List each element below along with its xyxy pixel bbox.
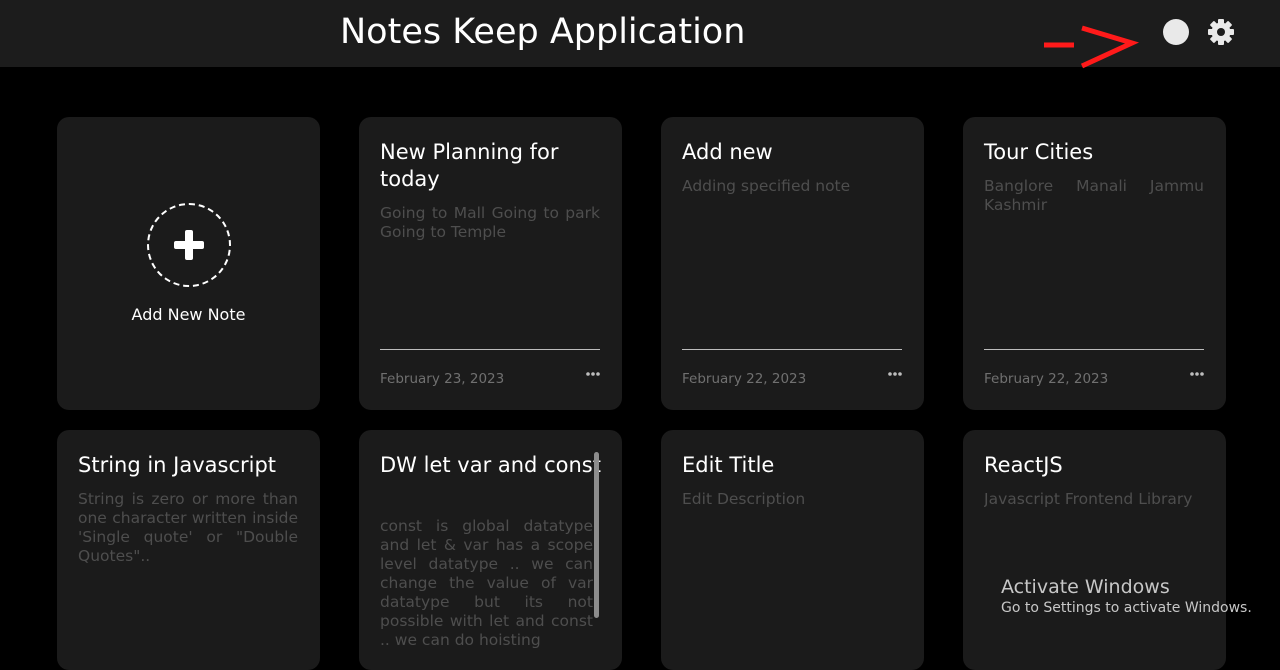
app-header: Notes Keep Application [0, 0, 1280, 69]
note-description: String is zero or more than one characte… [78, 490, 298, 565]
more-options-icon[interactable] [585, 369, 601, 379]
red-arrow-annotation [1044, 25, 1140, 69]
note-card[interactable]: New Planning for today Going to Mall Goi… [359, 117, 622, 410]
note-title: Edit Title [682, 453, 775, 477]
scrollbar-thumb[interactable] [594, 452, 599, 618]
note-description: const is global datatype and let & var h… [380, 517, 593, 649]
settings-button[interactable] [1207, 18, 1235, 46]
note-description: Edit Description [682, 490, 806, 508]
app-title: Notes Keep Application [340, 12, 746, 52]
note-title: DW let var and const [380, 453, 601, 477]
note-date: February 22, 2023 [984, 371, 1109, 387]
more-options-icon[interactable] [1189, 369, 1205, 379]
note-date: February 23, 2023 [380, 371, 505, 387]
gear-icon [1208, 19, 1234, 45]
plus-icon [174, 230, 204, 260]
note-divider [682, 349, 902, 350]
note-description: Javascript Frontend Library [984, 490, 1193, 508]
note-divider [984, 349, 1204, 350]
note-card[interactable]: Edit Title Edit Description [661, 430, 924, 670]
note-title: ReactJS [984, 453, 1063, 477]
note-card[interactable]: ReactJS Javascript Frontend Library [963, 430, 1226, 670]
more-options-icon[interactable] [887, 369, 903, 379]
note-date: February 22, 2023 [682, 371, 807, 387]
note-title: New Planning for today [380, 140, 559, 191]
note-title: String in Javascript [78, 453, 277, 477]
add-new-note-label: Add New Note [131, 305, 246, 324]
note-card[interactable]: Add new Adding specified note February 2… [661, 117, 924, 410]
note-title: Tour Cities [984, 140, 1094, 164]
note-description: Going to Mall Going to park Going to Tem… [380, 204, 600, 241]
note-card[interactable]: DW let var and const const is global dat… [359, 430, 622, 670]
note-card[interactable]: String in Javascript String is zero or m… [57, 430, 320, 670]
add-note-circle[interactable] [147, 203, 231, 287]
note-divider [380, 349, 600, 350]
note-card[interactable]: Tour Cities Banglore Manali Jammu Kashmi… [963, 117, 1226, 410]
note-description: Banglore Manali Jammu Kashmir [984, 177, 1204, 214]
note-title: Add new [682, 140, 773, 164]
note-description: Adding specified note [682, 177, 851, 195]
theme-toggle-button[interactable] [1163, 19, 1189, 45]
add-new-note-card[interactable]: Add New Note [57, 117, 320, 410]
